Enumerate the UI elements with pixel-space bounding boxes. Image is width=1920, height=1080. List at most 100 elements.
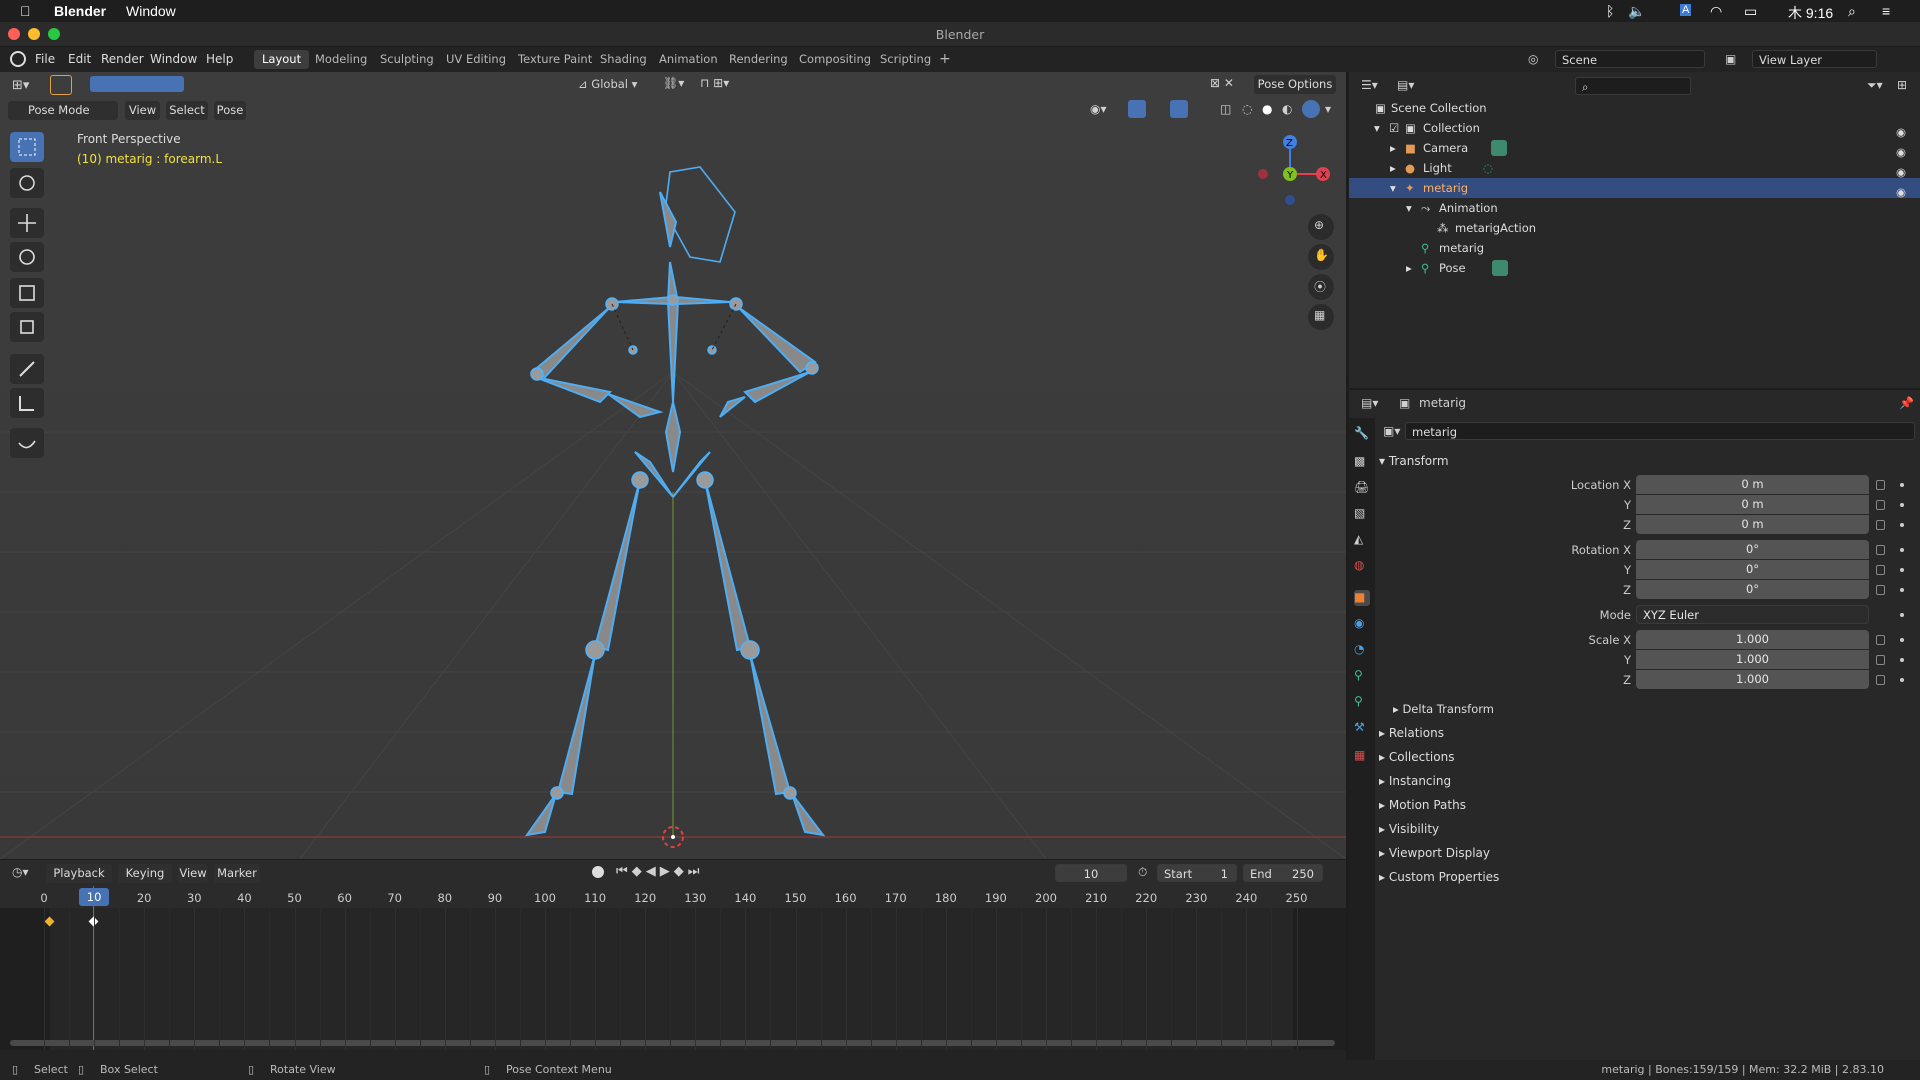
rotation-z-field[interactable]: 0°: [1636, 580, 1869, 599]
playback-controls[interactable]: ⏮◆◀▶◆⏭: [616, 864, 703, 879]
display-mode-icon[interactable]: ▤▾: [1397, 78, 1414, 92]
rotation-y-field[interactable]: 0°: [1636, 560, 1869, 579]
xray-toggle-icon[interactable]: ◫: [1220, 102, 1231, 116]
menu-window[interactable]: Window: [150, 52, 197, 66]
panel-instancing[interactable]: ▸ Instancing: [1379, 770, 1920, 792]
tab-compositing[interactable]: Compositing: [791, 50, 879, 69]
datablock-icon[interactable]: ▣▾: [1383, 424, 1400, 438]
tool-rotate[interactable]: [10, 242, 44, 272]
properties-editor-icon[interactable]: ▤▾: [1361, 396, 1378, 410]
panel-transform[interactable]: ▾ Transform: [1379, 450, 1920, 472]
outliner-row-collection[interactable]: ▾ ☑ ▣ Collection ◉: [1349, 118, 1920, 139]
navigation-gizmo[interactable]: X Z Y: [1250, 132, 1340, 222]
tab-bone-icon[interactable]: ⚒: [1354, 720, 1370, 736]
tab-data-icon[interactable]: ⚲: [1354, 694, 1370, 710]
tab-uv-editing[interactable]: UV Editing: [438, 50, 514, 69]
tab-object-icon[interactable]: ■: [1354, 590, 1370, 606]
lock-icon[interactable]: [1876, 520, 1885, 530]
solid-shading-icon[interactable]: ●: [1262, 102, 1272, 116]
tab-output-icon[interactable]: 🖨: [1354, 480, 1370, 496]
tab-animation[interactable]: Animation: [651, 50, 726, 69]
panel-relations[interactable]: ▸ Relations: [1379, 722, 1920, 744]
outliner-row-metarig[interactable]: ▾ ✦ metarig ◉: [1349, 178, 1920, 199]
tab-view-layer-icon[interactable]: ▧: [1354, 506, 1370, 522]
scale-z-field[interactable]: 1.000: [1636, 670, 1869, 689]
keyframe-dot[interactable]: [1900, 658, 1904, 662]
tab-rendering[interactable]: Rendering: [721, 50, 796, 69]
tab-layout[interactable]: Layout: [254, 50, 310, 69]
menu-pose[interactable]: Pose: [214, 101, 246, 120]
keyframe-dot[interactable]: [1900, 638, 1904, 642]
xray-icon[interactable]: ⊠ ✕: [1210, 76, 1234, 90]
tab-modeling[interactable]: Modeling: [307, 50, 375, 69]
snap-icon[interactable]: ⊓ ⊞▾: [700, 76, 729, 90]
panel-viewport-display[interactable]: ▸ Viewport Display: [1379, 842, 1920, 864]
tab-texture-paint[interactable]: Texture Paint: [510, 50, 600, 69]
tab-scripting[interactable]: Scripting: [872, 50, 939, 69]
outliner-row-animation[interactable]: ▾ ⤳ Animation: [1349, 198, 1920, 218]
material-shading-icon[interactable]: ◐: [1282, 102, 1292, 116]
object-name-field[interactable]: metarig: [1405, 422, 1915, 440]
tab-world-icon[interactable]: ◍: [1354, 558, 1370, 574]
tab-render-icon[interactable]: ▩: [1354, 454, 1370, 470]
lock-icon[interactable]: [1876, 675, 1885, 685]
pan-hand-icon[interactable]: ✋: [1308, 244, 1334, 270]
keyframe-dot[interactable]: [1900, 613, 1904, 617]
outliner-row-scene-collection[interactable]: ▣ Scene Collection: [1349, 98, 1920, 118]
tab-constraints-icon[interactable]: ⚲: [1354, 668, 1370, 684]
outliner-row-light[interactable]: ▸ ● Light ◌ ◉: [1349, 158, 1920, 179]
outliner-search-input[interactable]: ⌕: [1575, 77, 1691, 95]
timeline-ruler[interactable]: 0 10 20 30 40 50 60 70 80 90 100 110 120 130 140 150 160…: [0, 886, 1346, 908]
keyframe-dot[interactable]: [1900, 523, 1904, 527]
outliner-row-action[interactable]: ⁂ metarigAction: [1349, 218, 1920, 238]
zoom-icon[interactable]: ⊕: [1308, 214, 1334, 240]
panel-motion-paths[interactable]: ▸ Motion Paths: [1379, 794, 1920, 816]
blender-logo-icon[interactable]: [10, 51, 26, 67]
panel-visibility[interactable]: ▸ Visibility: [1379, 818, 1920, 840]
location-z-field[interactable]: 0 m: [1636, 515, 1869, 534]
eye-icon[interactable]: ◉: [1896, 182, 1908, 199]
view-layer-field[interactable]: View Layer: [1752, 50, 1877, 68]
tab-shading[interactable]: Shading: [592, 50, 655, 69]
timeline-editor-icon[interactable]: ◷▾: [12, 865, 29, 879]
scale-y-field[interactable]: 1.000: [1636, 650, 1869, 669]
tool-measure[interactable]: [10, 388, 44, 418]
wifi-icon[interactable]: ◠: [1710, 3, 1722, 20]
lock-icon[interactable]: [1876, 500, 1885, 510]
view-layer-icon[interactable]: ▣: [1725, 52, 1736, 66]
menu-view-timeline[interactable]: View: [178, 864, 208, 883]
editor-type-icon[interactable]: ⊞▾: [12, 78, 36, 94]
tab-tool-icon[interactable]: 🔧: [1354, 426, 1370, 442]
3d-viewport[interactable]: ⊞▾ ⊿ Global ▾ ⛓▾ ⊓ ⊞▾ ⊠ ✕ Pose Options P…: [0, 72, 1346, 859]
menu-file[interactable]: File: [35, 52, 55, 66]
tool-annotate[interactable]: [10, 354, 44, 384]
start-frame-field[interactable]: Start 1: [1157, 864, 1237, 882]
outliner-row-armature-data[interactable]: ⚲ metarig: [1349, 238, 1920, 258]
keyframe-dot[interactable]: [1900, 483, 1904, 487]
apple-icon[interactable]: : [20, 3, 31, 19]
menu-playback[interactable]: Playback: [46, 864, 112, 883]
volume-icon[interactable]: 🔈: [1628, 3, 1645, 20]
keyframe-dot[interactable]: [1900, 568, 1904, 572]
tab-texture-icon[interactable]: ▦: [1354, 748, 1370, 764]
outliner-row-pose[interactable]: ▸ ⚲ Pose: [1349, 258, 1920, 278]
eye-icon[interactable]: ◉: [1896, 162, 1908, 179]
rotation-mode-dropdown[interactable]: XYZ Euler: [1636, 605, 1869, 624]
pose-options-dropdown[interactable]: Pose Options: [1254, 75, 1336, 94]
rotation-x-field[interactable]: 0°: [1636, 540, 1869, 559]
subpanel-delta-transform[interactable]: ▸ Delta Transform: [1393, 698, 1893, 720]
select-mode-buttons[interactable]: [90, 76, 184, 92]
properties-editor[interactable]: ▤▾ ▣ metarig 📌 🔧 ▩ 🖨 ▧ ◭ ◍ ■ ◉ ◔ ⚲ ⚲ ⚒ ▦…: [1349, 390, 1920, 1060]
battery-icon[interactable]: ▭: [1744, 3, 1757, 20]
gizmo-toggle-icon[interactable]: [1128, 100, 1146, 118]
spotlight-icon[interactable]: ⌕: [1848, 3, 1856, 20]
timeline-body[interactable]: [0, 886, 1346, 1050]
bluetooth-icon[interactable]: ᛒ: [1606, 3, 1614, 19]
clock[interactable]: 木 9:16: [1788, 3, 1833, 23]
outliner-row-camera[interactable]: ▸ ■ Camera ◉: [1349, 138, 1920, 159]
lock-icon[interactable]: [1876, 635, 1885, 645]
tab-physics-icon[interactable]: ◔: [1354, 642, 1370, 658]
timeline-scrollbar[interactable]: [10, 1040, 1335, 1046]
new-collection-icon[interactable]: ⊞: [1897, 78, 1907, 92]
tool-cursor[interactable]: [10, 168, 44, 198]
